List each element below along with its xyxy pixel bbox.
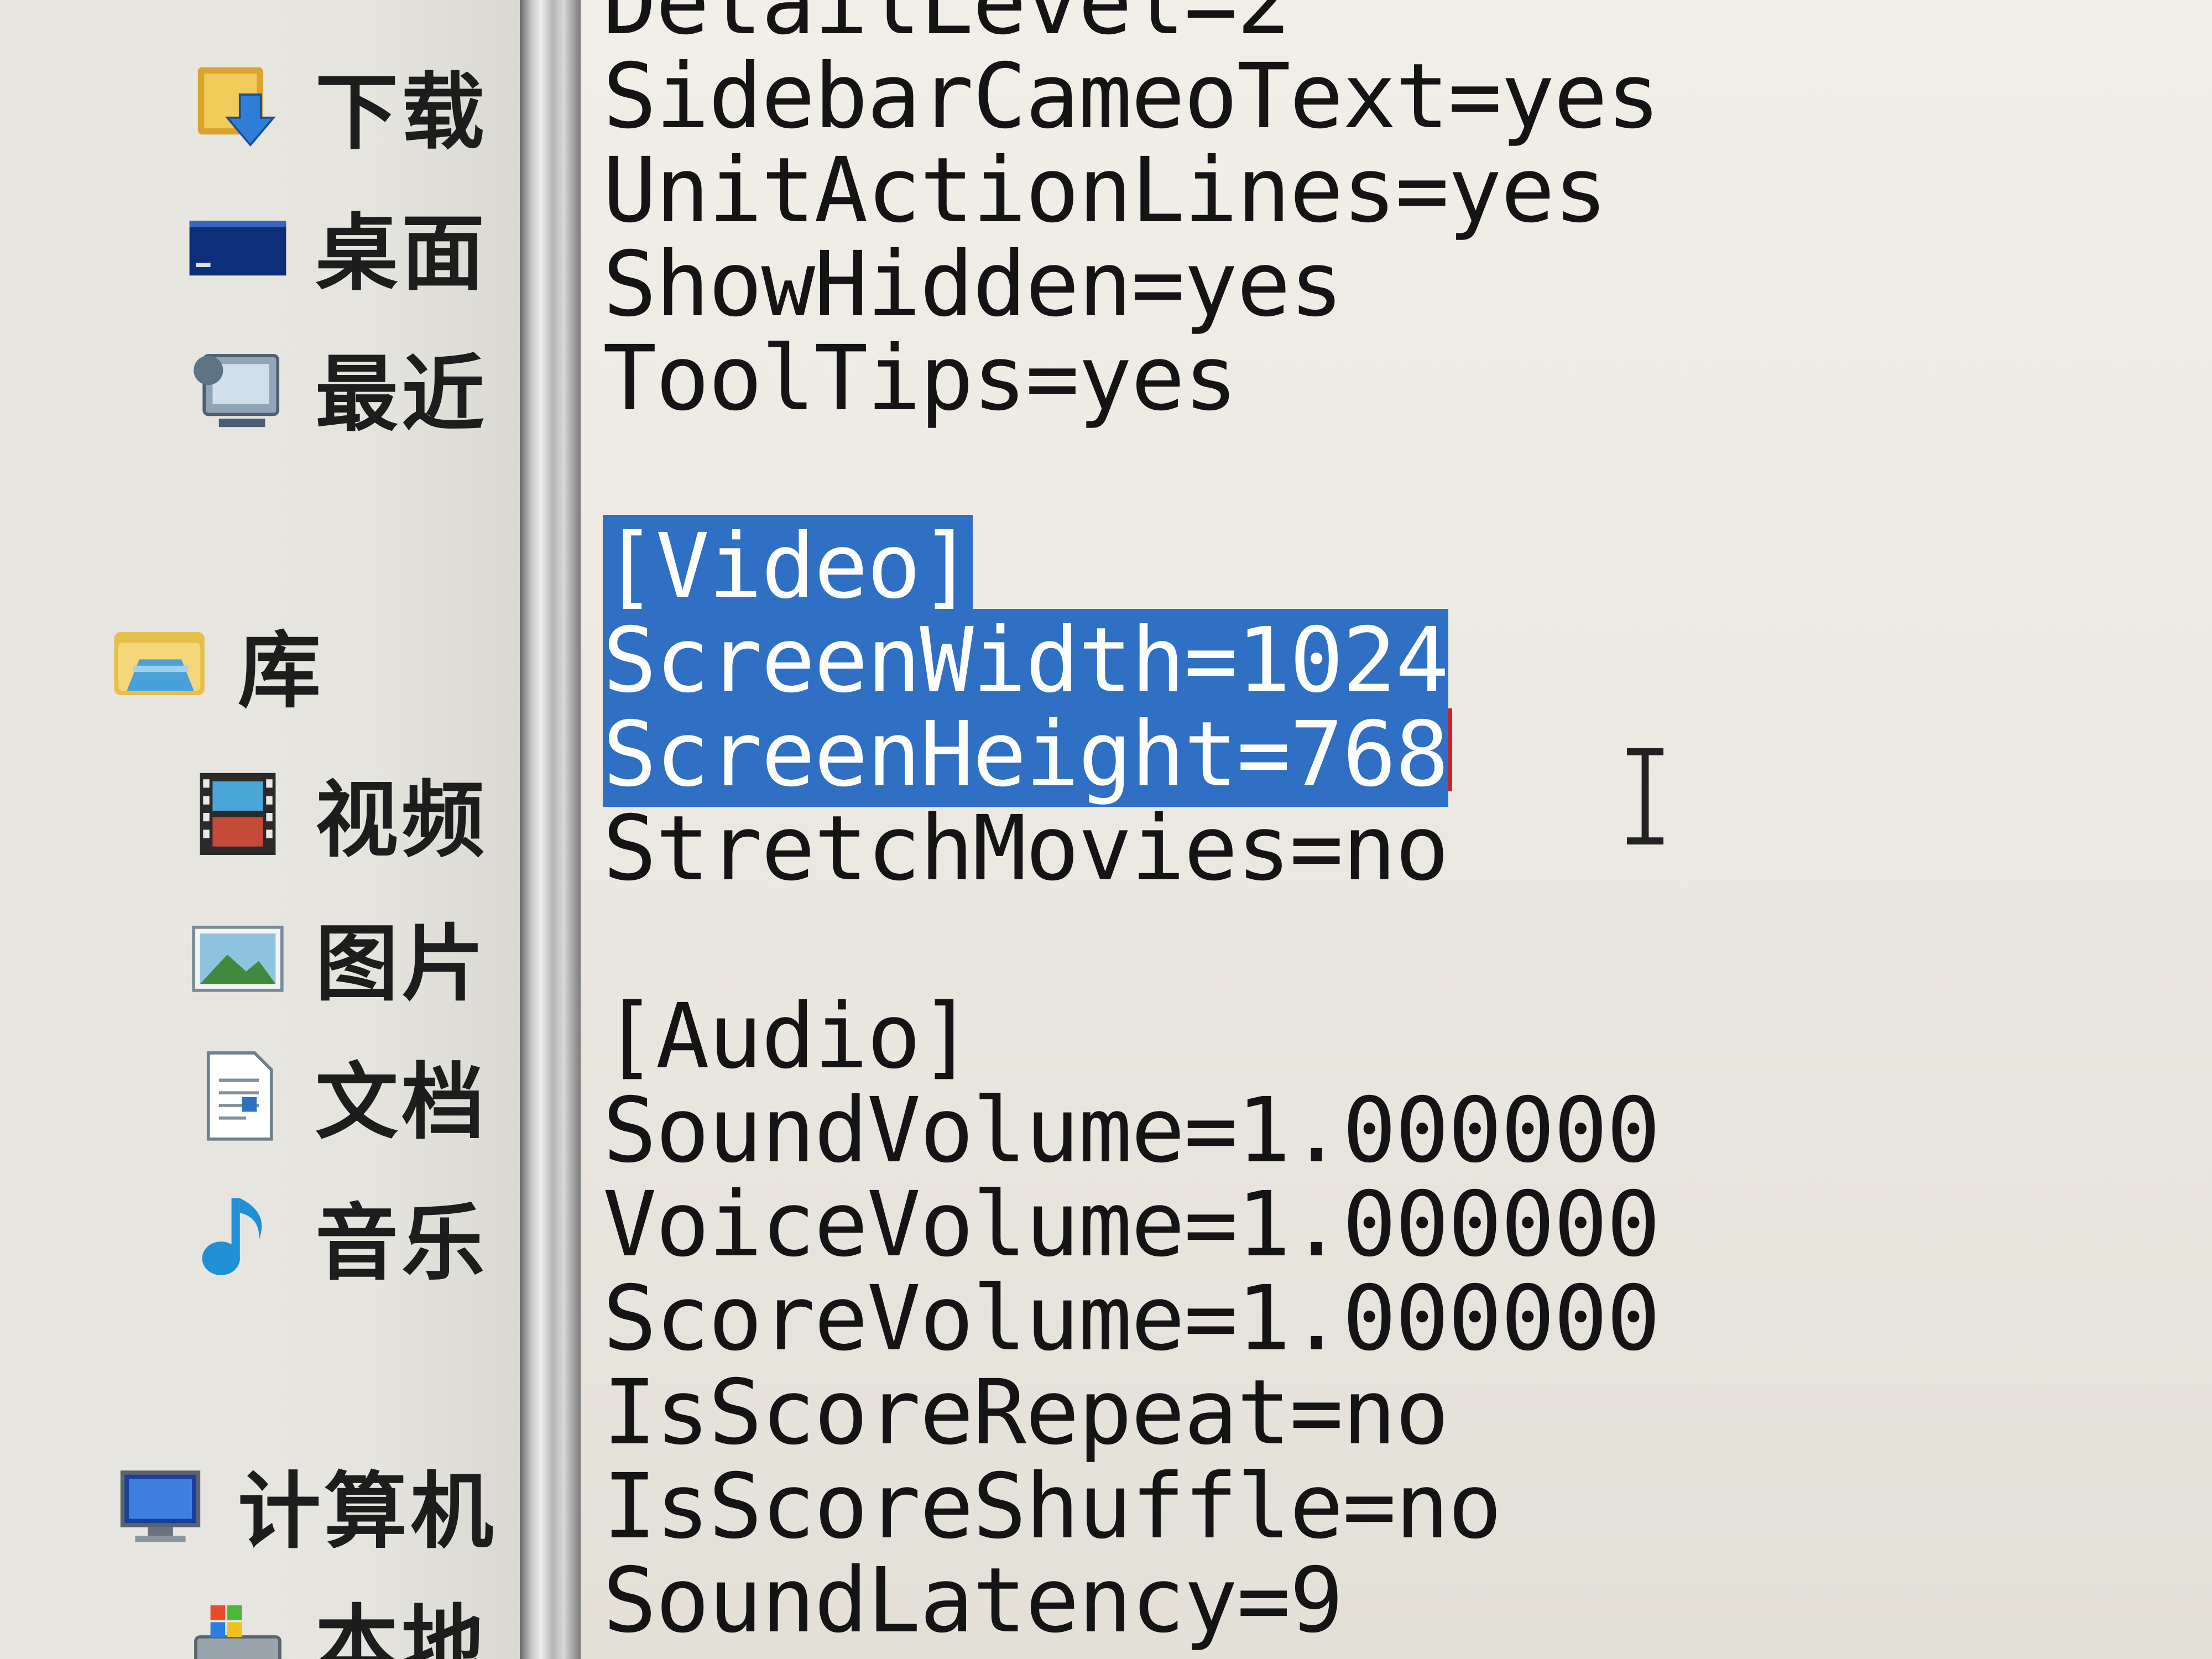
- editor-line-text: ShowHidden=yes: [603, 233, 1343, 337]
- documents-icon: [182, 1042, 293, 1147]
- library-icon: [105, 611, 216, 716]
- i-beam-cursor-icon: [1627, 748, 1663, 845]
- nav-item-label: 视频: [315, 772, 488, 869]
- editor-line[interactable]: IsScoreRepeat=no: [603, 1366, 1660, 1460]
- computer-icon: [105, 1452, 216, 1557]
- editor-line[interactable]: [603, 426, 1660, 520]
- nav-item-local-disk[interactable]: 本地: [182, 1582, 488, 1659]
- editor-line[interactable]: SoundLatency=9: [603, 1554, 1660, 1648]
- music-icon: [182, 1183, 293, 1288]
- editor-line-text: ToolTips=yes: [603, 327, 1238, 431]
- nav-item-videos[interactable]: 视频: [182, 758, 488, 869]
- editor-line-text: ScreenHeight=768: [603, 703, 1449, 807]
- editor-line[interactable]: [Video]: [603, 515, 1660, 619]
- nav-item-desktop[interactable]: 桌面: [182, 191, 488, 302]
- nav-item-recent[interactable]: 最近: [182, 332, 488, 443]
- editor-line[interactable]: [603, 896, 1660, 990]
- editor-line[interactable]: ShowHidden=yes: [603, 238, 1660, 332]
- nav-item-label: 下载: [315, 64, 488, 161]
- recent-places-icon: [182, 335, 293, 440]
- editor-lines: DetailLevel=2 SidebarCameoText=yes UnitAct…: [603, 0, 1661, 1648]
- editor-line[interactable]: DetailLevel=2: [603, 0, 1660, 50]
- editor-line-text: ScreenWidth=1024: [603, 609, 1449, 713]
- download-folder-icon: [182, 53, 293, 158]
- nav-item-label: 图片: [315, 916, 488, 1013]
- nav-item-label: 文档: [315, 1054, 488, 1151]
- pictures-icon: [182, 904, 293, 1009]
- editor-line-text: VoiceVolume=1.000000: [603, 1173, 1661, 1277]
- nav-item-label: 本地: [315, 1596, 488, 1659]
- editor-line-text: StretchMovies=no: [603, 797, 1449, 901]
- editor-line-text: [Audio]: [603, 985, 974, 1089]
- text-editor[interactable]: DetailLevel=2 SidebarCameoText=yes UnitAct…: [581, 0, 2212, 1659]
- local-disk-icon: [182, 1584, 293, 1659]
- editor-line[interactable]: VoiceVolume=1.000000: [603, 1178, 1661, 1272]
- editor-line[interactable]: [Audio]: [603, 990, 1660, 1084]
- nav-item-music[interactable]: 音乐: [182, 1181, 488, 1292]
- nav-item-libraries[interactable]: 库: [105, 608, 324, 719]
- nav-item-label: 计算机: [238, 1463, 497, 1560]
- editor-line[interactable]: SoundVolume=1.000000: [603, 1084, 1661, 1178]
- nav-item-documents[interactable]: 文档: [182, 1040, 488, 1151]
- editor-line-text: IsScoreRepeat=no: [603, 1361, 1449, 1465]
- editor-line[interactable]: ScreenWidth=1024: [603, 609, 1660, 713]
- nav-item-label: 音乐: [315, 1195, 488, 1292]
- nav-item-downloads[interactable]: 下载: [182, 50, 488, 161]
- editor-line[interactable]: ToolTips=yes: [603, 332, 1660, 426]
- text-caret: [1448, 708, 1452, 791]
- nav-item-computer[interactable]: 计算机: [105, 1449, 497, 1560]
- nav-item-label: 最近: [315, 346, 488, 443]
- nav-item-label: 库: [238, 623, 325, 719]
- nav-item-pictures[interactable]: 图片: [182, 901, 488, 1013]
- navigation-pane: 下载 桌面 最近 库 视频 图片 文档 音乐 计算机 本地: [0, 0, 520, 1659]
- editor-line-text: ScoreVolume=1.000000: [603, 1267, 1661, 1371]
- editor-line-text: SoundLatency=9: [603, 1549, 1343, 1653]
- editor-line[interactable]: IsScoreShuffle=no: [603, 1460, 1660, 1554]
- editor-line-text: IsScoreShuffle=no: [603, 1455, 1502, 1559]
- editor-line[interactable]: ScreenHeight=768: [603, 703, 1660, 807]
- editor-line[interactable]: SidebarCameoText=yes: [603, 50, 1661, 144]
- editor-line[interactable]: UnitActionLines=yes: [603, 144, 1660, 238]
- nav-item-label: 桌面: [315, 205, 488, 302]
- editor-line-text: SidebarCameoText=yes: [603, 45, 1661, 149]
- pane-splitter[interactable]: [520, 0, 581, 1659]
- editor-line-text: UnitActionLines=yes: [603, 139, 1608, 243]
- editor-line-text: SoundVolume=1.000000: [603, 1079, 1661, 1183]
- editor-line-text: [Video]: [603, 515, 974, 619]
- videos-icon: [182, 760, 293, 865]
- desktop-icon: [182, 194, 293, 299]
- editor-line[interactable]: ScoreVolume=1.000000: [603, 1272, 1661, 1366]
- editor-line[interactable]: StretchMovies=no: [603, 802, 1660, 896]
